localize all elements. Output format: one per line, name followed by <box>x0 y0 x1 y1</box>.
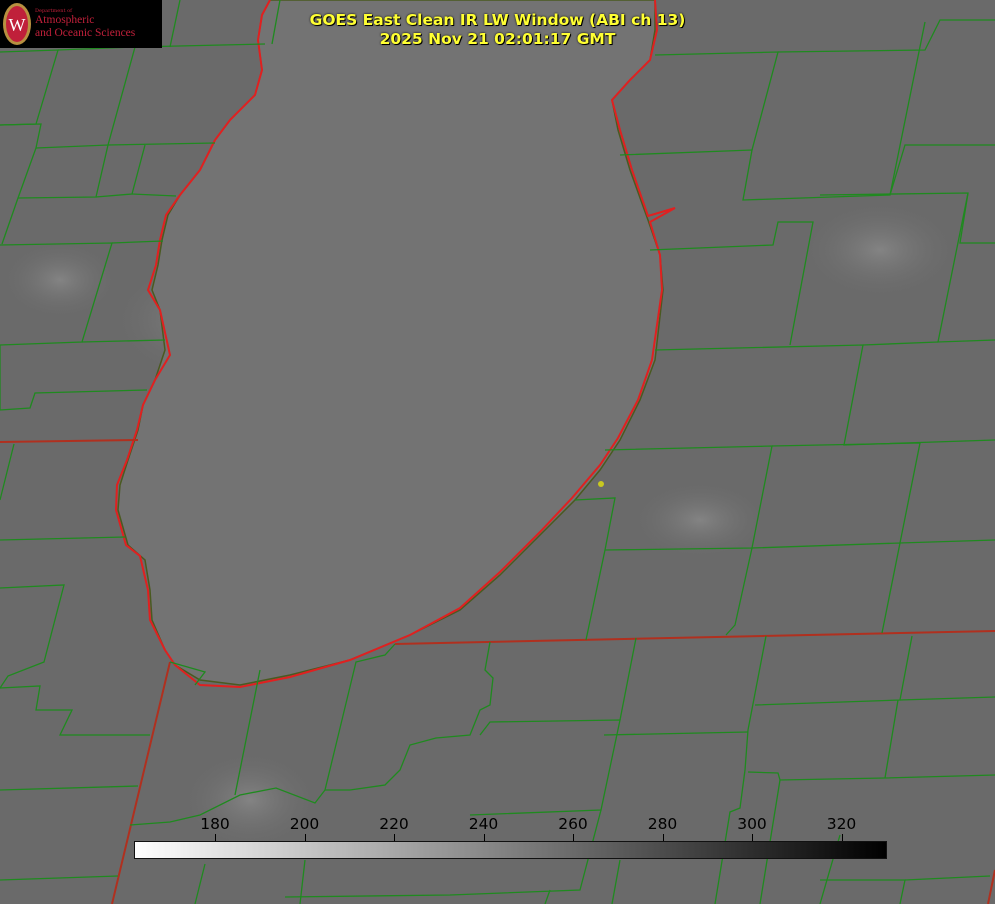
satellite-map <box>0 0 995 904</box>
colorbar-tick-mark <box>483 834 485 841</box>
cloud-texture <box>180 750 320 850</box>
colorbar-tick-label: 280 <box>647 815 678 833</box>
colorbar-tick-mark <box>394 834 395 841</box>
colorbar-tick-mark <box>573 834 574 841</box>
colorbar-tick-mark <box>304 834 306 841</box>
location-marker <box>598 481 604 487</box>
colorbar-tick-label: 300 <box>737 815 767 833</box>
colorbar-tick-mark <box>662 834 664 841</box>
colorbar-tick-label: 240 <box>468 815 499 833</box>
colorbar-tick-mark <box>752 834 753 841</box>
cloud-texture <box>800 200 960 300</box>
colorbar-tick-label: 180 <box>200 815 230 833</box>
colorbar-tick-label: 320 <box>826 815 857 833</box>
cloud-texture <box>0 240 120 320</box>
colorbar-tick-mark <box>841 834 843 841</box>
colorbar-tick-label: 260 <box>558 815 588 833</box>
colorbar-tick-label: 200 <box>289 815 320 833</box>
colorbar-tick-mark <box>215 834 216 841</box>
image-title: GOES East Clean IR LW Window (ABI ch 13)… <box>0 11 995 49</box>
title-timestamp: 2025 Nov 21 02:01:17 GMT <box>379 30 616 48</box>
title-line1: GOES East Clean IR LW Window (ABI ch 13) <box>309 11 686 29</box>
colorbar <box>134 841 887 859</box>
colorbar-tick-label: 220 <box>379 815 409 833</box>
